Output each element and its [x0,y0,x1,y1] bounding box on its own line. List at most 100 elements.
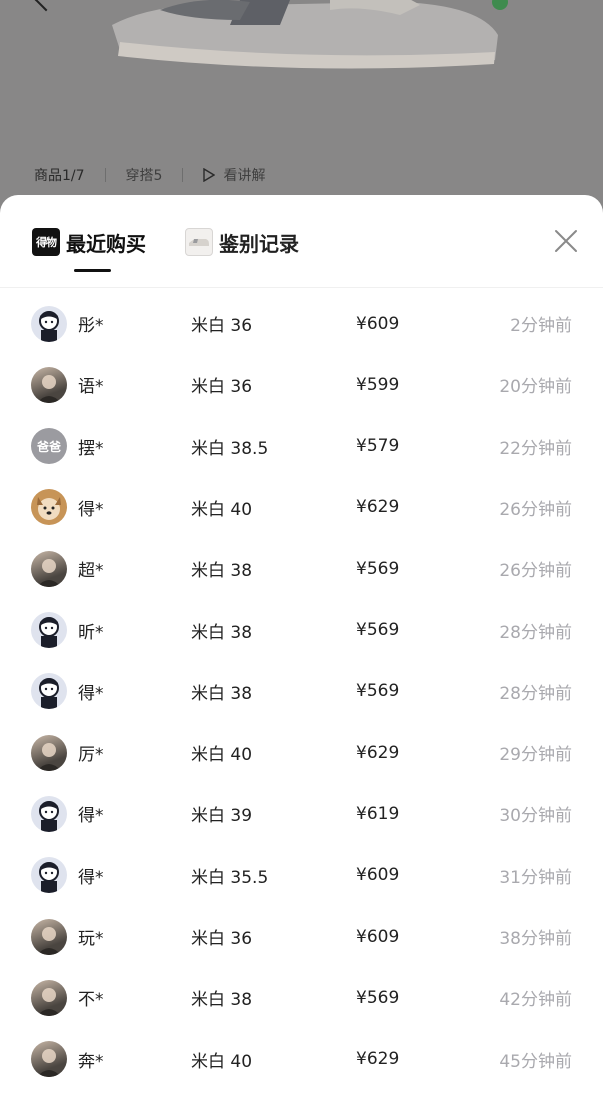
color-size: 米白 38 [191,683,253,704]
price: ¥579 [356,436,400,457]
purchase-time: 28分钟前 [499,622,572,643]
color-size: 米白 40 [191,745,253,766]
sneaker-thumbnail-icon [185,228,213,256]
purchase-time: 31分钟前 [499,867,572,888]
tab-product[interactable]: 商品1/7 [34,165,85,185]
purchase-row: 彤* 米白 36 ¥609 2分钟前 [0,293,603,354]
price: ¥609 [356,313,400,334]
play-icon [203,168,216,182]
price: ¥569 [356,681,400,702]
tab-outfit[interactable]: 穿搭5 [126,165,163,185]
cartoon-avatar[interactable] [31,673,67,710]
purchase-row: 不* 米白 38 ¥569 42分钟前 [0,967,603,1028]
back-icon[interactable] [34,0,58,12]
purchase-row: 昕* 米白 38 ¥569 28分钟前 [0,600,603,661]
user-name: 得* [78,683,104,704]
purchase-row: 得* 米白 38 ¥569 28分钟前 [0,661,603,722]
color-size: 米白 36 [191,377,253,398]
cartoon-avatar[interactable] [31,305,67,342]
purchase-row: 语* 米白 36 ¥599 20分钟前 [0,354,603,415]
price: ¥619 [356,803,400,824]
product-tab-bar: 商品1/7 穿搭5 看讲解 [34,164,265,186]
dog-avatar[interactable] [31,489,67,526]
purchase-time: 29分钟前 [499,745,572,766]
purchase-time: 26分钟前 [499,561,572,582]
photo-avatar[interactable] [31,550,67,587]
color-size: 米白 38 [191,622,253,643]
color-size: 米白 36 [191,316,253,336]
price: ¥609 [356,926,400,947]
dewu-logo-icon: 得物 [32,228,60,256]
color-size: 米白 36 [191,929,253,949]
photo-avatar[interactable] [31,918,67,955]
purchase-row: 得* 米白 35.5 ¥609 31分钟前 [0,845,603,906]
price: ¥629 [356,742,400,763]
page: 商品1/7 穿搭5 看讲解 得物 最近购买 鉴别记录 彤* 米白 36 ¥609… [0,0,603,1094]
photo-avatar[interactable] [31,366,67,403]
user-name: 彤* [78,316,104,336]
purchase-row: 超* 米白 38 ¥569 26分钟前 [0,538,603,599]
color-size: 米白 40 [191,499,253,520]
cartoon-avatar[interactable] [31,857,67,894]
price: ¥629 [356,1049,400,1070]
user-name: 摆* [78,438,104,459]
user-name: 得* [78,806,104,827]
purchase-row: 得* 米白 40 ¥629 26分钟前 [0,477,603,538]
tab-explain-label: 看讲解 [223,168,266,184]
purchase-row: 爸爸 摆* 米白 38.5 ¥579 22分钟前 [0,416,603,477]
tab-recent-label: 最近购买 [66,231,146,256]
purchase-time: 2分钟前 [510,316,572,336]
cartoon-avatar[interactable] [31,795,67,832]
user-name: 奔* [78,1051,104,1072]
avatar-text: 爸爸 [36,439,61,454]
purchase-row: 玩* 米白 36 ¥609 38分钟前 [0,906,603,967]
user-name: 不* [78,990,104,1011]
user-name: 语* [78,377,104,398]
color-size: 米白 38.5 [191,438,269,459]
active-tab-indicator [74,269,111,272]
purchase-sheet: 得物 最近购买 鉴别记录 彤* 米白 36 ¥609 2分钟前语* 米白 36 ¥599 2… [0,195,603,1094]
user-name: 得* [78,499,104,520]
price: ¥569 [356,558,400,579]
color-size: 米白 39 [191,806,253,827]
purchase-time: 28分钟前 [499,683,572,704]
user-name: 厉* [78,745,104,766]
product-image-area: 商品1/7 穿搭5 看讲解 [0,0,603,215]
sheet-header: 得物 最近购买 鉴别记录 [0,195,603,288]
color-size: 米白 40 [191,1051,253,1072]
sneaker-image [112,0,498,69]
color-size: 米白 38 [191,990,253,1011]
price: ¥569 [356,987,400,1008]
photo-avatar[interactable] [31,734,67,771]
cartoon-avatar[interactable] [31,612,67,648]
purchase-time: 22分钟前 [499,438,572,459]
price: ¥629 [356,497,400,518]
purchase-time: 42分钟前 [499,990,572,1011]
tab-explain[interactable]: 看讲解 [203,165,265,185]
close-icon[interactable] [553,228,579,254]
purchase-time: 30分钟前 [499,806,572,827]
user-name: 得* [78,867,104,888]
price: ¥599 [356,374,400,395]
purchase-row: 厉* 米白 40 ¥629 29分钟前 [0,722,603,783]
purchase-time: 38分钟前 [499,929,572,949]
photo-avatar[interactable] [31,979,67,1016]
tab-recent-purchases[interactable]: 得物 最近购买 [32,227,146,257]
price: ¥569 [356,620,400,640]
tab-auth-label: 鉴别记录 [219,231,299,256]
text-avatar[interactable]: 爸爸 [31,428,67,465]
divider [182,168,184,182]
price: ¥609 [356,865,400,886]
photo-avatar[interactable] [31,1041,67,1078]
purchase-time: 26分钟前 [499,499,572,520]
user-name: 超* [78,561,104,582]
tab-authentication-records[interactable]: 鉴别记录 [185,227,299,257]
purchase-row: 奔* 米白 40 ¥629 45分钟前 [0,1029,603,1090]
user-name: 昕* [78,622,104,643]
purchase-time: 20分钟前 [499,377,572,398]
purchase-time: 45分钟前 [499,1051,572,1072]
color-size: 米白 38 [191,561,253,582]
user-name: 玩* [78,929,104,949]
purchase-row: 得* 米白 39 ¥619 30分钟前 [0,783,603,844]
divider [104,168,106,182]
